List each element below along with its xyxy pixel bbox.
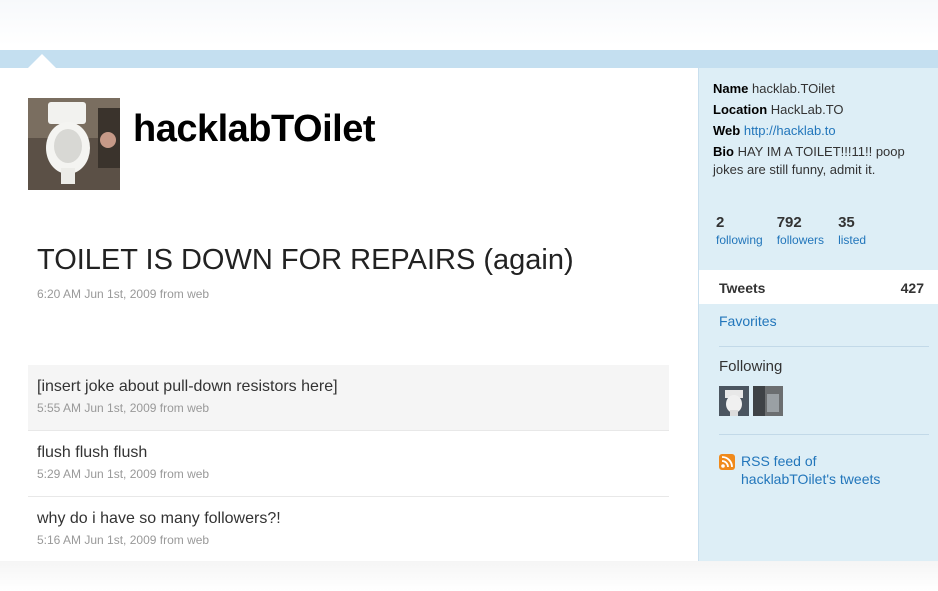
- profile-screen-name: hacklabTOilet: [133, 108, 376, 150]
- name-label: Name: [713, 81, 749, 96]
- tweet-item[interactable]: why do i have so many followers?! 5:16 A…: [28, 497, 669, 563]
- tweet-item[interactable]: [insert joke about pull-down resistors h…: [28, 365, 669, 431]
- rss-feed-text: RSS feed of hacklabTOilet's tweets: [741, 453, 881, 487]
- profile-info: Name hacklab.TOilet Location HackLab.TO …: [713, 80, 928, 182]
- main-content: hacklabTOilet TOILET IS DOWN FOR REPAIRS…: [0, 68, 698, 561]
- stat-number: 792: [776, 214, 802, 231]
- tweet-item[interactable]: flush flush flush 5:29 AM Jun 1st, 2009 …: [28, 431, 669, 497]
- rss-feed-link[interactable]: RSS feed of hacklabTOilet's tweets: [719, 452, 911, 488]
- sidebar-divider: [719, 434, 929, 435]
- tweets-label: Tweets: [719, 280, 766, 296]
- following-avatar-2[interactable]: [753, 386, 783, 416]
- profile-avatar[interactable]: [28, 98, 120, 190]
- stat-number: 35: [838, 214, 855, 231]
- favorites-link[interactable]: Favorites: [719, 313, 777, 329]
- tweet-meta[interactable]: 5:16 AM Jun 1st, 2009 from web: [37, 533, 669, 547]
- stat-label: following: [716, 233, 763, 247]
- toilet-photo-icon: [28, 98, 120, 190]
- stat-number: 2: [716, 214, 725, 231]
- stat-label: followers: [776, 233, 825, 247]
- bio-label: Bio: [713, 144, 734, 159]
- tweet-text: flush flush flush: [37, 444, 148, 461]
- name-value: hacklab.TOilet: [752, 81, 835, 96]
- timeline: [insert joke about pull-down resistors h…: [28, 365, 669, 563]
- tweet-text: [insert joke about pull-down resistors h…: [37, 378, 338, 395]
- stat-following[interactable]: 2 following: [716, 214, 763, 247]
- bio-value: HAY IM A TOILET!!!11!! poop jokes are st…: [713, 144, 905, 177]
- web-row: Web http://hacklab.to: [713, 122, 928, 140]
- latest-tweet: TOILET IS DOWN FOR REPAIRS (again) 6:20 …: [37, 244, 657, 301]
- name-row: Name hacklab.TOilet: [713, 80, 928, 98]
- profile-sidebar: Name hacklab.TOilet Location HackLab.TO …: [698, 68, 938, 561]
- sidebar-divider: [719, 346, 929, 347]
- location-label: Location: [713, 102, 768, 117]
- tab-pointer: [28, 54, 56, 68]
- tweet-meta[interactable]: 5:29 AM Jun 1st, 2009 from web: [37, 467, 669, 481]
- tweet-text: why do i have so many followers?!: [37, 510, 281, 527]
- location-row: Location HackLab.TO: [713, 101, 928, 119]
- bio-row: Bio HAY IM A TOILET!!!11!! poop jokes ar…: [713, 143, 928, 179]
- page-top-fade: [0, 0, 938, 46]
- latest-tweet-meta[interactable]: 6:20 AM Jun 1st, 2009 from web: [37, 287, 657, 301]
- rss-icon: [719, 454, 735, 470]
- stat-followers[interactable]: 792 followers: [777, 214, 824, 247]
- web-label: Web: [713, 123, 741, 138]
- tweet-meta[interactable]: 5:55 AM Jun 1st, 2009 from web: [37, 401, 669, 415]
- header-band: [0, 50, 938, 68]
- tweets-count-row[interactable]: Tweets 427: [699, 270, 938, 304]
- location-value: HackLab.TO: [770, 102, 844, 117]
- tweets-count: 427: [900, 280, 924, 296]
- web-link[interactable]: http://hacklab.to: [744, 123, 836, 138]
- profile-stats: 2 following 792 followers 35 listed: [716, 214, 916, 247]
- stat-listed[interactable]: 35 listed: [838, 214, 866, 247]
- latest-tweet-text: TOILET IS DOWN FOR REPAIRS (again): [37, 244, 574, 276]
- page-bottom-fade: [0, 561, 938, 591]
- stat-label: listed: [838, 233, 867, 247]
- following-title: Following: [719, 358, 783, 375]
- following-avatars: [719, 386, 783, 416]
- following-avatar-1[interactable]: [719, 386, 749, 416]
